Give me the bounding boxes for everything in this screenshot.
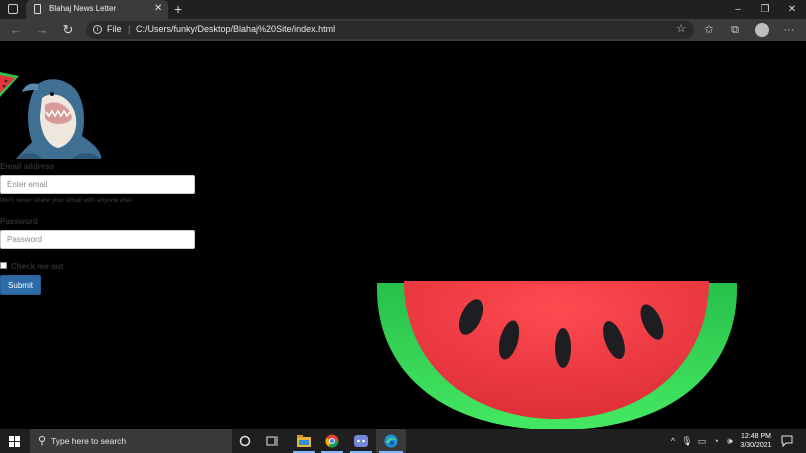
chrome-icon: [325, 434, 339, 448]
tab-title: Blahaj News Letter: [49, 4, 117, 13]
check-me-out-checkbox[interactable]: [0, 262, 7, 269]
forward-button[interactable]: →: [32, 19, 52, 41]
blahaj-shark-image: [16, 79, 102, 159]
favorites-icon[interactable]: ✩: [700, 19, 718, 41]
taskbar-search-placeholder: Type here to search: [51, 436, 127, 446]
scheme-label: File: [107, 24, 122, 34]
favorite-icon[interactable]: ☆: [676, 22, 686, 35]
battery-icon[interactable]: ▭: [696, 429, 708, 453]
watermelon-image: [377, 281, 737, 429]
email-input[interactable]: [0, 175, 195, 194]
clock-date: 3/30/2021: [740, 442, 772, 449]
url-text[interactable]: C:/Users/funky/Desktop/Blahaj%20Site/ind…: [136, 24, 335, 34]
collections-icon[interactable]: ⧉: [726, 19, 744, 41]
profile-avatar[interactable]: [755, 23, 769, 37]
browser-toolbar: ← → ↻ i File | C:/Users/funky/Desktop/Bl…: [0, 19, 806, 41]
email-label: Email address: [0, 162, 55, 171]
tab-close-button[interactable]: ✕: [154, 2, 162, 16]
file-explorer-taskbar-button[interactable]: [290, 429, 318, 453]
taskbar-clock[interactable]: 12:48 PM 3/30/2021: [738, 432, 774, 450]
show-hidden-icons-icon[interactable]: ^: [667, 429, 679, 453]
email-help-text: We'll never share your email with anyone…: [0, 197, 134, 204]
address-bar[interactable]: i File | C:/Users/funky/Desktop/Blahaj%2…: [86, 21, 694, 39]
chrome-taskbar-button[interactable]: [318, 429, 346, 453]
windows-start-icon[interactable]: [9, 436, 20, 447]
cortana-icon[interactable]: [239, 435, 251, 447]
browser-tab-strip: Blahaj News Letter ✕ + – ❐ ✕: [0, 0, 806, 19]
maximize-button[interactable]: ❐: [753, 0, 777, 19]
taskbar-search-box[interactable]: ⚲ Type here to search: [30, 429, 232, 453]
password-input[interactable]: [0, 230, 195, 249]
password-label: Password: [0, 217, 38, 226]
menu-button[interactable]: ···: [780, 19, 798, 41]
tab-actions-icon[interactable]: [8, 4, 18, 14]
file-explorer-icon: [297, 435, 311, 447]
address-separator: |: [128, 24, 131, 34]
info-icon[interactable]: i: [93, 25, 102, 34]
microphone-icon[interactable]: 🎙: [681, 429, 693, 453]
window-close-button[interactable]: ✕: [780, 0, 804, 19]
new-tab-button[interactable]: +: [174, 0, 182, 18]
browser-tab[interactable]: Blahaj News Letter ✕: [26, 0, 168, 19]
wifi-icon[interactable]: ◔: [710, 429, 722, 453]
discord-taskbar-button[interactable]: [347, 429, 375, 453]
clock-time: 12:48 PM: [741, 433, 771, 440]
volume-icon[interactable]: 🕪: [724, 429, 736, 453]
edge-icon: [384, 434, 398, 448]
windows-taskbar: ⚲ Type here to search ^ 🎙 ▭ ◔ 🕪 12:48 PM…: [0, 429, 806, 453]
minimize-button[interactable]: –: [726, 0, 750, 19]
discord-icon: [354, 435, 368, 447]
reload-button[interactable]: ↻: [58, 19, 78, 41]
notification-icon[interactable]: [781, 435, 793, 447]
edge-taskbar-button[interactable]: [376, 429, 406, 453]
task-view-icon[interactable]: [266, 435, 280, 447]
page-content: Email address We'll never share your ema…: [0, 41, 806, 429]
check-me-out-label: Check me out: [11, 262, 64, 271]
back-button[interactable]: ←: [6, 19, 26, 41]
submit-button[interactable]: Submit: [0, 275, 41, 295]
search-icon: ⚲: [38, 435, 47, 447]
page-icon: [34, 4, 41, 14]
